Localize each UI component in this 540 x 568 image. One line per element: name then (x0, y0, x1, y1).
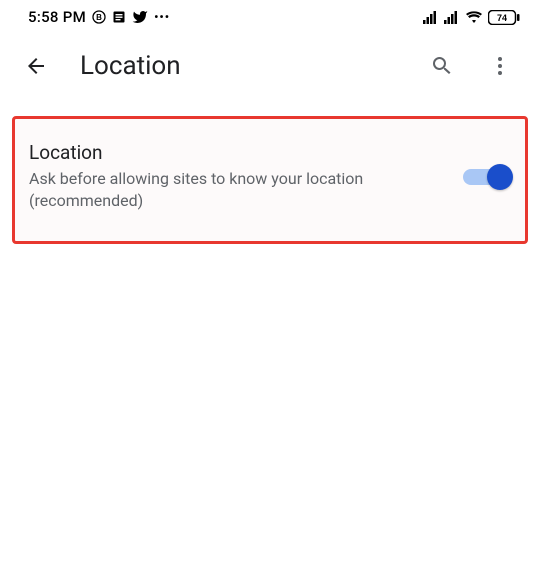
back-button[interactable] (16, 46, 56, 86)
search-button[interactable] (422, 46, 462, 86)
setting-title: Location (29, 141, 453, 164)
toggle-thumb (487, 164, 513, 190)
status-bar: 5:58 PM B ••• 74 (0, 0, 540, 32)
battery-icon: 74 (488, 10, 520, 25)
more-vert-icon (488, 54, 512, 78)
svg-text:B: B (96, 13, 102, 22)
location-setting-row[interactable]: Location Ask before allowing sites to kn… (12, 116, 528, 244)
status-time: 5:58 PM (28, 8, 86, 26)
page-title: Location (80, 51, 402, 81)
status-right: 74 (423, 10, 520, 25)
arrow-left-icon (24, 54, 48, 78)
setting-description: Ask before allowing sites to know your l… (29, 168, 419, 211)
header-actions (422, 46, 524, 86)
wifi-icon (465, 10, 483, 24)
signal-icon-2 (444, 10, 460, 24)
more-options-button[interactable] (480, 46, 520, 86)
app-header: Location (0, 32, 540, 102)
battery-level: 74 (497, 13, 507, 23)
search-icon (430, 54, 454, 78)
b-circle-icon: B (92, 10, 106, 24)
more-notifications-icon: ••• (154, 10, 170, 24)
twitter-icon (132, 9, 148, 25)
reader-icon (112, 10, 126, 24)
status-left: 5:58 PM B ••• (28, 8, 170, 26)
signal-icon-1 (423, 10, 439, 24)
location-toggle[interactable] (463, 163, 509, 189)
setting-text: Location Ask before allowing sites to kn… (29, 141, 453, 211)
